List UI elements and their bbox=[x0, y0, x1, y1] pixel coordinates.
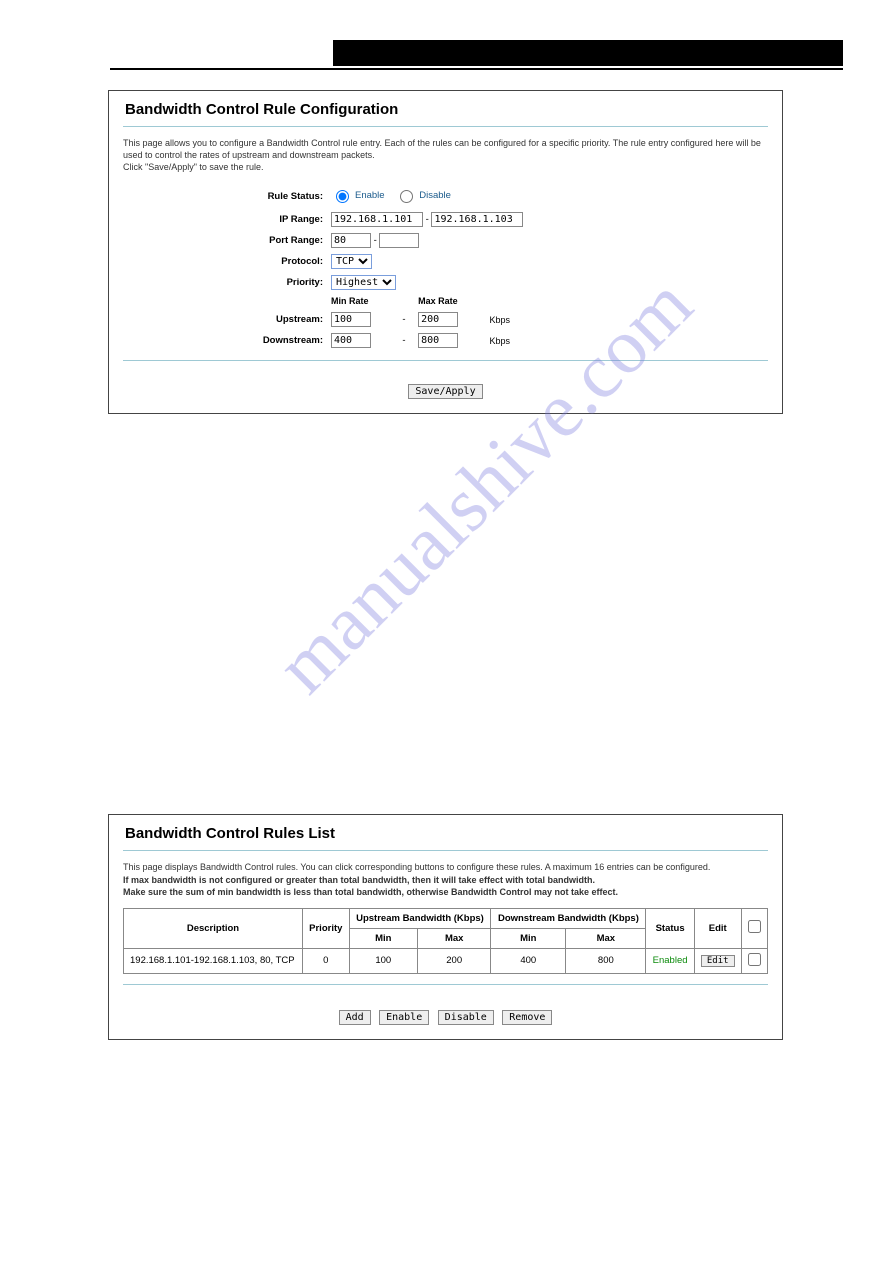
port-to-input[interactable] bbox=[379, 233, 419, 248]
select-all-checkbox[interactable] bbox=[748, 920, 761, 933]
col-dn-min: Min bbox=[491, 928, 566, 948]
label-protocol: Protocol: bbox=[125, 252, 326, 271]
table-header-row-1: Description Priority Upstream Bandwidth … bbox=[124, 908, 768, 928]
table-row: 192.168.1.101-192.168.1.103, 80, TCP 0 1… bbox=[124, 948, 768, 973]
header-black-bar bbox=[333, 40, 843, 66]
disable-button[interactable]: Disable bbox=[438, 1010, 494, 1025]
panel-rule-config: Bandwidth Control Rule Configuration Thi… bbox=[108, 90, 783, 414]
downstream-min-input[interactable] bbox=[331, 333, 371, 348]
dash: - bbox=[402, 314, 405, 325]
rate-header-min: Min Rate bbox=[328, 294, 397, 308]
desc-line-2: Click "Save/Apply" to save the rule. bbox=[123, 162, 263, 172]
spacer bbox=[50, 434, 843, 814]
label-port-range: Port Range: bbox=[125, 231, 326, 250]
cell-dn-min: 400 bbox=[491, 948, 566, 973]
label-upstream: Upstream: bbox=[125, 310, 326, 329]
label-priority: Priority: bbox=[125, 273, 326, 292]
ip-from-input[interactable] bbox=[331, 212, 423, 227]
col-upstream-group: Upstream Bandwidth (Kbps) bbox=[349, 908, 491, 928]
row-checkbox[interactable] bbox=[748, 953, 761, 966]
cell-description: 192.168.1.101-192.168.1.103, 80, TCP bbox=[124, 948, 303, 973]
radio-enable-label: Enable bbox=[355, 190, 385, 201]
panel-title: Bandwidth Control Rules List bbox=[123, 821, 768, 850]
rate-header-max: Max Rate bbox=[415, 294, 484, 308]
divider bbox=[123, 984, 768, 985]
radio-enable[interactable]: Enable bbox=[331, 187, 385, 203]
col-dn-max: Max bbox=[566, 928, 646, 948]
downstream-max-input[interactable] bbox=[418, 333, 458, 348]
col-downstream-group: Downstream Bandwidth (Kbps) bbox=[491, 908, 646, 928]
protocol-select[interactable]: TCP bbox=[331, 254, 372, 269]
header-divider bbox=[110, 68, 843, 70]
col-select-all bbox=[741, 908, 767, 948]
priority-select[interactable]: Highest bbox=[331, 275, 396, 290]
enable-button[interactable]: Enable bbox=[379, 1010, 429, 1025]
label-ip-range: IP Range: bbox=[125, 210, 326, 229]
port-from-input[interactable] bbox=[331, 233, 371, 248]
divider bbox=[123, 850, 768, 851]
radio-enable-input[interactable] bbox=[336, 190, 349, 203]
downstream-unit: Kbps bbox=[486, 331, 526, 350]
col-status: Status bbox=[646, 908, 694, 948]
cell-status: Enabled bbox=[646, 948, 694, 973]
ip-to-input[interactable] bbox=[431, 212, 523, 227]
col-priority: Priority bbox=[302, 908, 349, 948]
col-edit: Edit bbox=[694, 908, 741, 948]
radio-disable-label: Disable bbox=[419, 190, 451, 201]
config-form: Rule Status: Enable Disable IP Range: bbox=[123, 183, 528, 352]
divider bbox=[123, 126, 768, 127]
radio-disable-input[interactable] bbox=[400, 190, 413, 203]
upstream-max-input[interactable] bbox=[418, 312, 458, 327]
col-description: Description bbox=[124, 908, 303, 948]
divider bbox=[123, 360, 768, 361]
dash: - bbox=[374, 235, 377, 246]
panel-title: Bandwidth Control Rule Configuration bbox=[123, 97, 768, 126]
panel-description: This page displays Bandwidth Control rul… bbox=[123, 861, 768, 897]
rules-table: Description Priority Upstream Bandwidth … bbox=[123, 908, 768, 974]
label-rule-status: Rule Status: bbox=[125, 185, 326, 208]
cell-up-max: 200 bbox=[418, 948, 491, 973]
panel-rules-list: Bandwidth Control Rules List This page d… bbox=[108, 814, 783, 1039]
desc-line-1: This page allows you to configure a Band… bbox=[123, 138, 761, 160]
dash: - bbox=[402, 335, 405, 346]
cell-dn-max: 800 bbox=[566, 948, 646, 973]
dash: - bbox=[426, 214, 429, 225]
action-button-row: Add Enable Disable Remove bbox=[123, 995, 768, 1025]
upstream-min-input[interactable] bbox=[331, 312, 371, 327]
save-apply-button[interactable]: Save/Apply bbox=[408, 384, 482, 399]
col-up-max: Max bbox=[418, 928, 491, 948]
cell-priority: 0 bbox=[302, 948, 349, 973]
add-button[interactable]: Add bbox=[339, 1010, 371, 1025]
cell-up-min: 100 bbox=[349, 948, 417, 973]
upstream-unit: Kbps bbox=[486, 310, 526, 329]
desc-bold-2: Make sure the sum of min bandwidth is le… bbox=[123, 887, 618, 897]
radio-disable[interactable]: Disable bbox=[395, 187, 451, 203]
remove-button[interactable]: Remove bbox=[502, 1010, 552, 1025]
desc-bold-1: If max bandwidth is not configured or gr… bbox=[123, 875, 595, 885]
desc-line-1: This page displays Bandwidth Control rul… bbox=[123, 862, 710, 872]
edit-button[interactable]: Edit bbox=[701, 955, 735, 967]
panel-description: This page allows you to configure a Band… bbox=[123, 137, 768, 173]
label-downstream: Downstream: bbox=[125, 331, 326, 350]
col-up-min: Min bbox=[349, 928, 417, 948]
